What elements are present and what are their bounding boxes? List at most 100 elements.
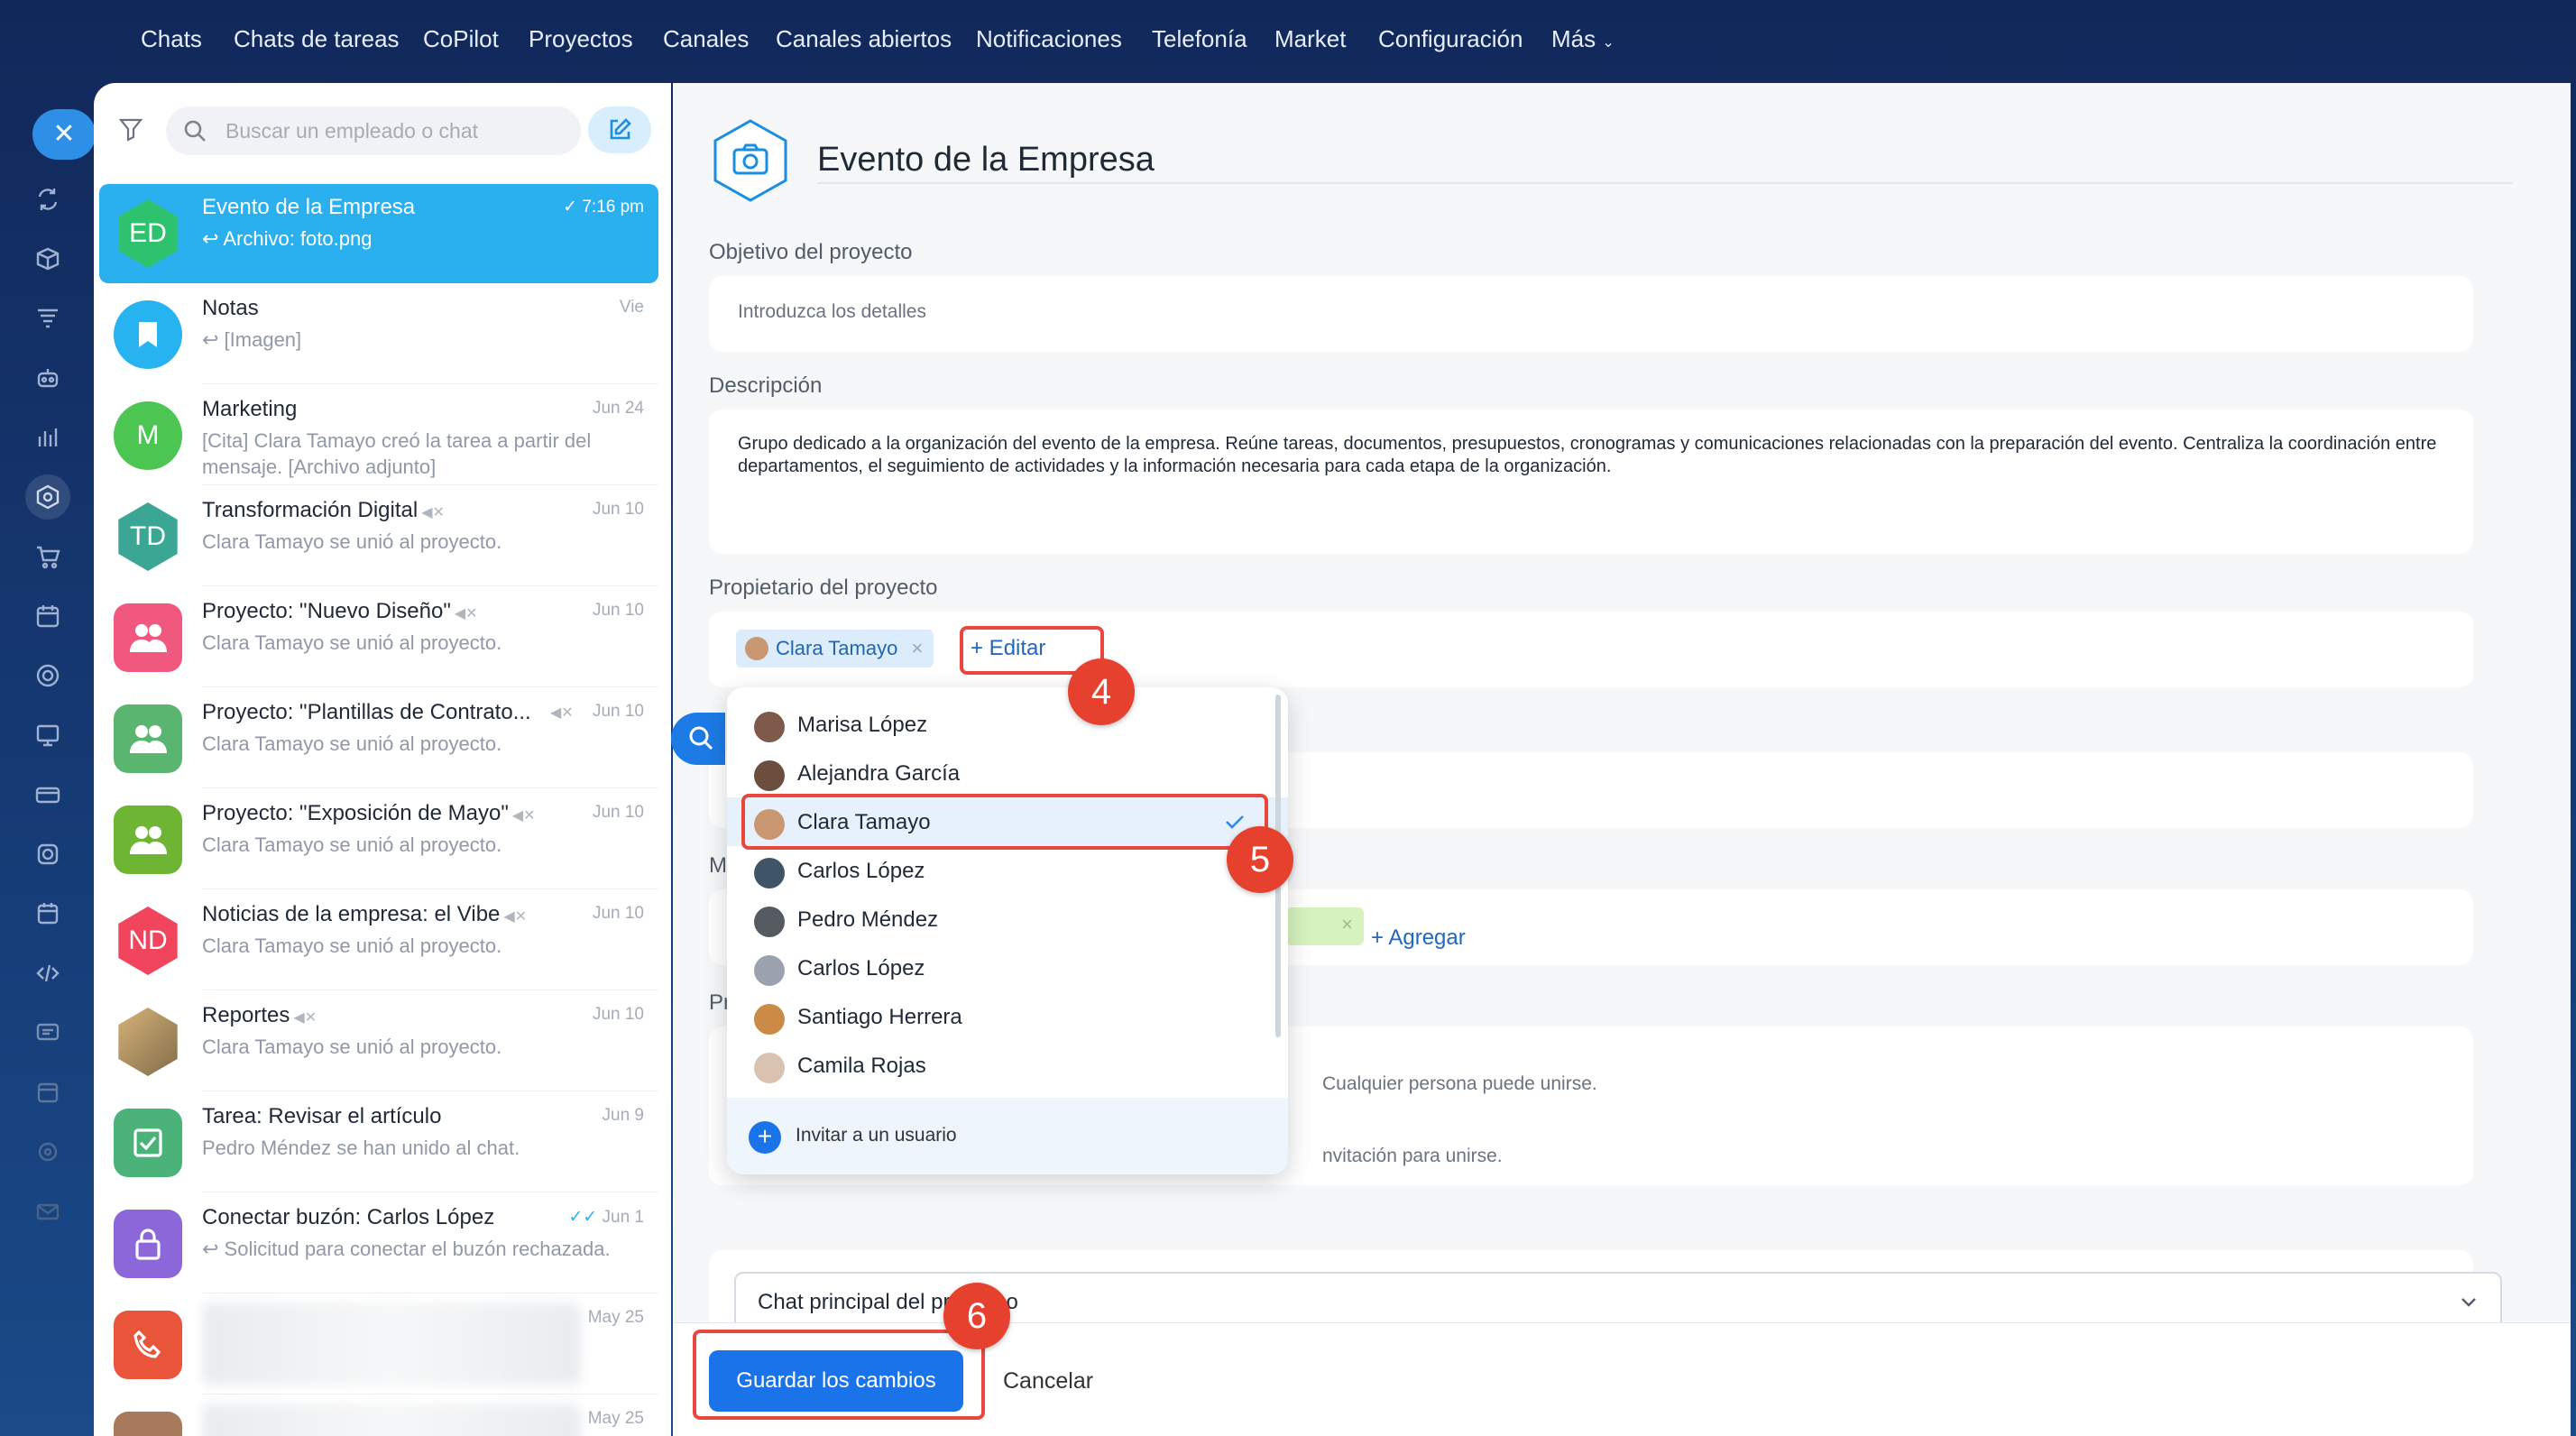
privacy-option-invite[interactable]: nvitación para unirse. [1322, 1146, 1503, 1167]
chat-title: Notas [202, 296, 259, 320]
calendar-icon[interactable] [25, 891, 70, 936]
chat-preview: ↩ Archivo: foto.png [202, 227, 373, 250]
close-icon[interactable]: × [1341, 913, 1353, 936]
objective-field[interactable]: Introduzca los detalles [709, 276, 2473, 352]
chat-time: May 25 [587, 1409, 644, 1428]
add-member-link[interactable]: + Agregar [1371, 925, 1466, 951]
nav-task-chats[interactable]: Chats de tareas [234, 25, 400, 53]
chat-time: Jun 10 [592, 1005, 644, 1024]
nav-projects[interactable]: Proyectos [529, 25, 633, 53]
chat-title: Reportes ◀✕ [202, 1003, 563, 1028]
member-chip[interactable]: × [1286, 907, 1364, 945]
mute-icon: ◀✕ [454, 606, 478, 621]
mail-icon[interactable] [25, 1189, 70, 1234]
nav-telephony[interactable]: Telefonía [1152, 25, 1247, 53]
quick-search-button[interactable] [671, 713, 725, 765]
chat-row-tarea[interactable]: Tarea: Revisar el artículo Jun 9 Pedro M… [99, 1093, 658, 1192]
step-badge: 6 [943, 1283, 1010, 1349]
chat-row-transformacion[interactable]: TD Transformación Digital ◀✕ Jun 10 Clara… [99, 487, 658, 586]
close-icon[interactable]: × [911, 630, 923, 667]
avatar-initials: M [136, 420, 160, 450]
invite-user-button[interactable]: + Invitar a un usuario [727, 1098, 1288, 1174]
description-label: Descripción [709, 373, 823, 398]
reports-avatar-image [118, 1008, 178, 1076]
search-icon [689, 726, 713, 750]
chat-avatar: ED [118, 199, 178, 268]
chat-row-reportes[interactable]: Reportes ◀✕ Jun 10 Clara Tamayo se unió a… [99, 992, 658, 1091]
chat-time: Jun 10 [592, 500, 644, 519]
chat-preview: Clara Tamayo se unió al proyecto. [202, 1036, 502, 1058]
code-icon[interactable] [25, 951, 70, 996]
avatar [754, 1004, 785, 1035]
nav-more-label: Más [1551, 25, 1596, 52]
user-option[interactable]: Santiago Herrera [727, 992, 1288, 1041]
owner-label: Propietario del proyecto [709, 575, 938, 600]
user-option[interactable]: Camila Rojas [727, 1041, 1288, 1090]
chevron-down-icon: ⌄ [1602, 35, 1615, 51]
chat-row-noticias[interactable]: ND Noticias de la empresa: el Vibe ◀✕ Jun… [99, 891, 658, 990]
search-icon [182, 118, 207, 148]
chat-row-conectar[interactable]: Conectar buzón: Carlos López ✓✓ Jun 1 ↩ … [99, 1194, 658, 1293]
box-icon[interactable] [25, 236, 70, 281]
chat-row-nuevo-diseno[interactable]: Proyecto: "Nuevo Diseño" ◀✕ Jun 10 Clara … [99, 588, 658, 687]
avatar [745, 637, 768, 660]
chat-preview: Pedro Méndez se han unido al chat. [202, 1137, 520, 1159]
chat-list-panel: ED Evento de la Empresa ✓ 7:16 pm ↩ Arch… [94, 83, 671, 1436]
nav-notifications[interactable]: Notificaciones [976, 25, 1122, 53]
chat-time: Jun 24 [592, 399, 644, 418]
filter-funnel-icon[interactable] [25, 296, 70, 341]
objective-placeholder: Introduzca los detalles [738, 301, 926, 322]
mute-icon: ◀✕ [503, 909, 528, 925]
chart-icon[interactable] [25, 415, 70, 460]
robot-icon[interactable] [25, 355, 70, 400]
projects-icon[interactable] [25, 474, 70, 520]
user-name: Carlos López [797, 956, 925, 980]
nav-settings[interactable]: Configuración [1378, 25, 1523, 53]
gear-icon[interactable] [25, 1129, 70, 1174]
user-option[interactable]: Pedro Méndez [727, 895, 1288, 944]
cart-icon[interactable] [25, 534, 70, 579]
close-button[interactable]: ✕ [32, 109, 96, 160]
search-input[interactable] [225, 106, 568, 155]
chat-title: Proyecto: "Plantillas de Contrato... [202, 700, 531, 724]
chat-row-notas[interactable]: Notas Vie ↩ [Imagen] [99, 285, 658, 384]
owner-chip-label: Clara Tamayo [776, 637, 898, 659]
user-option[interactable]: Carlos López [727, 846, 1288, 895]
owner-chip[interactable]: Clara Tamayo × [736, 630, 934, 667]
nav-copilot[interactable]: CoPilot [423, 25, 499, 53]
chat-row-blurred[interactable]: May 25 [99, 1396, 658, 1436]
chat-row-marketing[interactable]: M Marketing Jun 24 [Cita] Clara Tamayo c… [99, 386, 658, 485]
description-field[interactable]: Grupo dedicado a la organización del eve… [709, 410, 2473, 554]
chat-row-evento[interactable]: ED Evento de la Empresa ✓ 7:16 pm ↩ Arch… [99, 184, 658, 283]
target-icon[interactable] [25, 653, 70, 698]
sync-icon[interactable] [25, 177, 70, 222]
chat-row-blurred[interactable]: May 25 [99, 1295, 658, 1395]
chat-preview: [Cita] Clara Tamayo creó la tarea a part… [202, 429, 592, 478]
select-label-start: Chat principal del pr [758, 1290, 951, 1314]
nav-market[interactable]: Market [1274, 25, 1346, 53]
filter-icon[interactable] [117, 115, 144, 147]
check-icon: ✓ [563, 198, 583, 216]
camera-icon[interactable] [25, 832, 70, 877]
user-option[interactable]: Marisa López [727, 700, 1288, 749]
archive-icon[interactable] [25, 1070, 70, 1115]
page-title: Evento de la Empresa [817, 141, 1155, 179]
user-name: Alejandra García [797, 761, 961, 786]
chat-title: Tarea: Revisar el artículo [202, 1104, 442, 1128]
chat-row-plantillas[interactable]: Proyecto: "Plantillas de Contrato... ◀✕ … [99, 689, 658, 788]
calendar-grid-icon[interactable] [25, 594, 70, 639]
chat-row-exposicion[interactable]: Proyecto: "Exposición de Mayo" ◀✕ Jun 10 … [99, 790, 658, 889]
card-icon[interactable] [25, 772, 70, 817]
user-option[interactable]: Carlos López [727, 944, 1288, 992]
nav-chats[interactable]: Chats [141, 25, 202, 53]
privacy-option-open[interactable]: Cualquier persona puede unirse. [1322, 1073, 1597, 1095]
chat-board-icon[interactable] [25, 1010, 70, 1055]
nav-channels[interactable]: Canales [663, 25, 749, 53]
user-option[interactable]: Alejandra García [727, 749, 1288, 797]
cancel-button[interactable]: Cancelar [1003, 1350, 1093, 1412]
monitor-icon[interactable] [25, 713, 70, 758]
compose-button[interactable] [588, 106, 651, 153]
nav-open-channels[interactable]: Canales abiertos [776, 25, 952, 53]
chat-title: Proyecto: "Nuevo Diseño" ◀✕ [202, 599, 563, 624]
nav-more[interactable]: Más ⌄ [1551, 25, 1615, 53]
